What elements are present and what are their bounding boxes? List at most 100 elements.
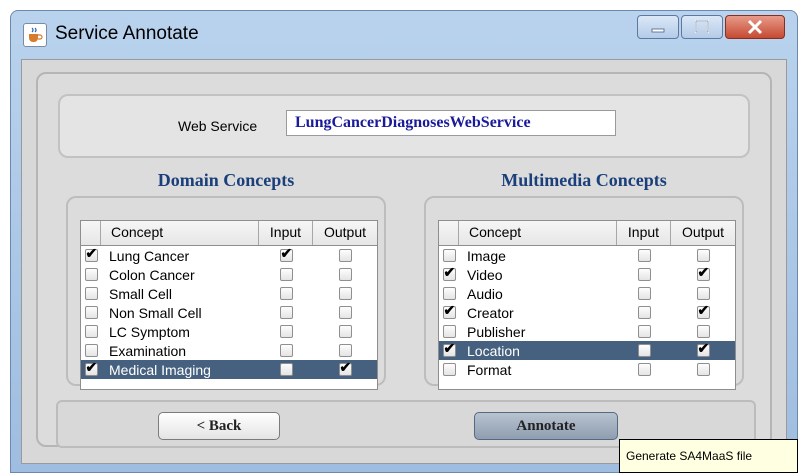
table-header: Concept Input Output [439, 221, 735, 246]
window-title: Service Annotate [55, 23, 199, 44]
select-checkbox[interactable] [442, 249, 456, 262]
input-checkbox[interactable] [637, 344, 651, 357]
select-checkbox[interactable] [84, 245, 98, 262]
web-service-label: Web Service [178, 118, 258, 134]
input-checkbox[interactable] [637, 306, 651, 319]
select-checkbox[interactable] [84, 344, 98, 357]
table-row[interactable]: Creator [439, 302, 735, 322]
header-select-column [81, 221, 101, 245]
table-row[interactable]: Examination [81, 341, 377, 360]
select-checkbox[interactable] [442, 325, 456, 338]
output-checkbox[interactable] [338, 268, 352, 281]
input-checkbox[interactable] [637, 249, 651, 262]
input-checkbox[interactable] [279, 363, 293, 376]
back-button[interactable]: < Back [158, 412, 280, 440]
table-row[interactable]: LC Symptom [81, 322, 377, 341]
input-checkbox[interactable] [279, 344, 293, 357]
header-output[interactable]: Output [671, 221, 735, 245]
input-cell [617, 344, 671, 357]
maximize-button[interactable] [681, 15, 723, 39]
table-row[interactable]: Lung Cancer [81, 245, 377, 265]
annotate-button[interactable]: Annotate [474, 412, 618, 440]
select-checkbox[interactable] [84, 287, 98, 300]
multimedia-concepts-table: Concept Input Output Image Video Audio Crea… [438, 220, 736, 390]
output-checkbox[interactable] [338, 287, 352, 300]
table-row[interactable]: Medical Imaging [81, 359, 377, 379]
output-cell [671, 249, 735, 262]
output-checkbox[interactable] [696, 302, 710, 319]
input-cell [259, 363, 313, 376]
input-checkbox[interactable] [637, 287, 651, 300]
output-checkbox[interactable] [696, 287, 710, 300]
header-input[interactable]: Input [617, 221, 671, 245]
input-checkbox[interactable] [279, 306, 293, 319]
input-checkbox[interactable] [637, 325, 651, 338]
header-concept[interactable]: Concept [459, 221, 617, 245]
select-cell [81, 306, 101, 319]
header-input[interactable]: Input [259, 221, 313, 245]
input-cell [617, 325, 671, 338]
select-checkbox[interactable] [442, 287, 456, 300]
output-cell [313, 287, 377, 300]
web-service-field[interactable]: LungCancerDiagnosesWebService [286, 110, 616, 136]
multimedia-concepts-title: Multimedia Concepts [501, 170, 667, 190]
input-checkbox[interactable] [637, 363, 651, 376]
select-checkbox[interactable] [84, 268, 98, 281]
close-icon [747, 19, 763, 35]
select-cell [439, 264, 459, 281]
output-cell [671, 264, 735, 281]
table-row[interactable]: Location [439, 340, 735, 360]
select-cell [81, 359, 101, 376]
table-row[interactable]: Format [439, 360, 735, 379]
table-row[interactable]: Image [439, 246, 735, 265]
output-checkbox[interactable] [338, 325, 352, 338]
main-panel: Web Service LungCancerDiagnosesWebServic… [36, 72, 772, 448]
header-concept[interactable]: Concept [101, 221, 259, 245]
output-checkbox[interactable] [696, 325, 710, 338]
select-checkbox[interactable] [84, 306, 98, 319]
input-checkbox[interactable] [279, 287, 293, 300]
table-row[interactable]: Video [439, 264, 735, 284]
output-cell [671, 287, 735, 300]
input-checkbox[interactable] [279, 268, 293, 281]
select-checkbox[interactable] [442, 340, 456, 357]
select-cell [439, 363, 459, 376]
select-cell [439, 287, 459, 300]
table-row[interactable]: Audio [439, 284, 735, 303]
title-bar[interactable]: Service Annotate [11, 11, 797, 59]
concept-label: Publisher [467, 323, 526, 340]
output-checkbox[interactable] [696, 363, 710, 376]
output-checkbox[interactable] [696, 264, 710, 281]
select-checkbox[interactable] [442, 264, 456, 281]
input-cell [617, 249, 671, 262]
output-checkbox[interactable] [696, 249, 710, 262]
output-checkbox[interactable] [338, 306, 352, 319]
output-checkbox[interactable] [338, 249, 352, 262]
table-row[interactable]: Colon Cancer [81, 265, 377, 284]
select-checkbox[interactable] [84, 325, 98, 338]
input-checkbox[interactable] [279, 325, 293, 338]
header-select-column [439, 221, 459, 245]
domain-concepts-table: Concept Input Output Lung Cancer Colon Ca… [80, 220, 378, 390]
concept-label: Examination [109, 342, 187, 359]
select-checkbox[interactable] [442, 302, 456, 319]
select-cell [439, 302, 459, 319]
table-row[interactable]: Small Cell [81, 284, 377, 303]
multimedia-concepts-box: Concept Input Output Image Video Audio Crea… [424, 196, 744, 390]
select-checkbox[interactable] [84, 359, 98, 376]
minimize-button[interactable] [637, 15, 679, 39]
table-row[interactable]: Non Small Cell [81, 303, 377, 322]
table-row[interactable]: Publisher [439, 322, 735, 341]
output-cell [313, 306, 377, 319]
select-checkbox[interactable] [442, 363, 456, 376]
input-checkbox[interactable] [279, 245, 293, 262]
domain-concepts-panel: Domain Concepts Concept Input Output Lun… [56, 170, 396, 390]
output-checkbox[interactable] [338, 344, 352, 357]
input-checkbox[interactable] [637, 268, 651, 281]
concept-label: Location [467, 342, 520, 359]
output-checkbox[interactable] [338, 359, 352, 376]
output-checkbox[interactable] [696, 340, 710, 357]
concept-label: Lung Cancer [109, 247, 190, 264]
header-output[interactable]: Output [313, 221, 377, 245]
close-button[interactable] [725, 15, 785, 39]
